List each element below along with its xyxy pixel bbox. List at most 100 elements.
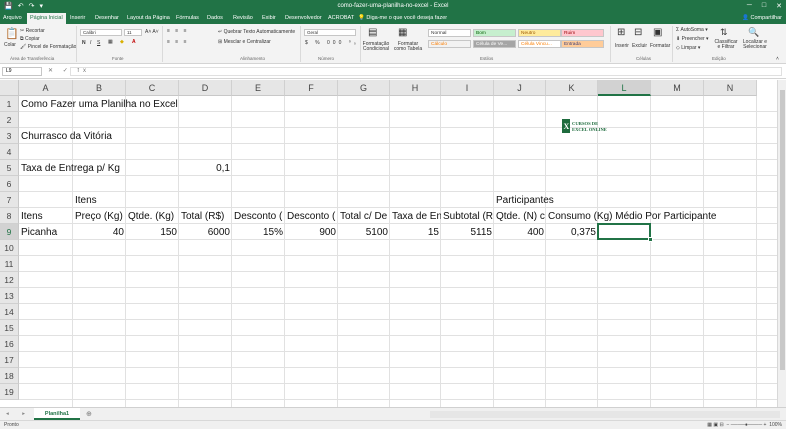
font-name-select[interactable]: Calibri xyxy=(80,29,122,36)
tab-layout-pagina[interactable]: Layout da Página xyxy=(127,15,170,21)
format-cells-icon[interactable]: ▣ xyxy=(653,27,662,38)
column-header-i[interactable]: I xyxy=(441,80,494,96)
tell-me-search[interactable]: 💡 Diga-me o que você deseja fazer xyxy=(358,15,447,21)
cell-j9[interactable]: 400 xyxy=(494,224,546,240)
cell-j7[interactable]: Participantes xyxy=(494,192,554,208)
cell-e9[interactable]: 15% xyxy=(232,224,285,240)
row-header-14[interactable]: 14 xyxy=(0,304,19,320)
cell-b9[interactable]: 40 xyxy=(73,224,126,240)
row-header-1[interactable]: 1 xyxy=(0,96,19,112)
row-header-8[interactable]: 8 xyxy=(0,208,19,224)
column-header-a[interactable]: A xyxy=(19,80,73,96)
restore-button[interactable]: □ xyxy=(762,2,766,10)
format-table-icon[interactable]: ▦ xyxy=(398,27,407,38)
sort-filter-button[interactable]: Classificar e Filtrar xyxy=(713,40,739,50)
row-header-17[interactable]: 17 xyxy=(0,352,19,368)
column-header-g[interactable]: G xyxy=(338,80,390,96)
paste-icon[interactable]: 📋 xyxy=(5,27,19,40)
worksheet-grid[interactable]: A B C D E F G H I J K L M N 1 2 3 4 5 6 7 8 9 10 11 12 13 14 15 16 17 1… xyxy=(0,80,777,407)
clear-button[interactable]: ◇ Limpar ▾ xyxy=(676,45,700,51)
row-header-11[interactable]: 11 xyxy=(0,256,19,272)
cell-k8[interactable]: Consumo (Kg) Médio Por Participante xyxy=(546,208,716,224)
column-header-f[interactable]: F xyxy=(285,80,338,96)
sort-filter-icon[interactable]: ⇅ xyxy=(720,27,728,38)
wrap-text-button[interactable]: ↵ Quebrar Texto Automaticamente xyxy=(218,29,295,35)
column-header-j[interactable]: J xyxy=(494,80,546,96)
tab-dados[interactable]: Dados xyxy=(207,15,223,21)
cell-e8[interactable]: Desconto ( xyxy=(232,208,285,224)
tab-revisao[interactable]: Revisão xyxy=(233,15,253,21)
column-header-c[interactable]: C xyxy=(126,80,179,96)
close-button[interactable]: ✕ xyxy=(776,2,782,10)
horizontal-scrollbar[interactable] xyxy=(430,411,780,418)
tab-desenhar[interactable]: Desenhar xyxy=(95,15,119,21)
row-header-9[interactable]: 9 xyxy=(0,224,19,240)
tab-inserir[interactable]: Inserir xyxy=(70,15,85,21)
vertical-scrollbar[interactable] xyxy=(777,80,786,407)
row-header-13[interactable]: 13 xyxy=(0,288,19,304)
column-header-n[interactable]: N xyxy=(704,80,757,96)
cell-c9[interactable]: 150 xyxy=(126,224,179,240)
tab-acrobat[interactable]: ACROBAT xyxy=(328,15,354,21)
row-header-6[interactable]: 6 xyxy=(0,176,19,192)
tab-pagina-inicial[interactable]: Página Inicial xyxy=(27,13,66,24)
cell-k9[interactable]: 0,375 xyxy=(546,224,598,240)
tab-formulas[interactable]: Fórmulas xyxy=(176,15,199,21)
merge-center-button[interactable]: ⊞ Mesclar e Centralizar xyxy=(218,39,271,45)
tab-exibir[interactable]: Exibir xyxy=(262,15,276,21)
style-entrada[interactable]: Entrada xyxy=(561,40,604,48)
delete-cells-button[interactable]: Excluir xyxy=(632,43,647,49)
cell-a9[interactable]: Picanha xyxy=(19,224,73,240)
row-header-12[interactable]: 12 xyxy=(0,272,19,288)
column-header-k[interactable]: K xyxy=(546,80,598,96)
delete-cells-icon[interactable]: ⊟ xyxy=(634,27,642,38)
italic-button[interactable]: I xyxy=(90,40,91,46)
tab-arquivo[interactable]: Arquivo xyxy=(3,15,22,21)
insert-cells-icon[interactable]: ⊞ xyxy=(617,27,625,38)
cell-f9[interactable]: 900 xyxy=(285,224,338,240)
find-select-icon[interactable]: 🔍 xyxy=(748,27,759,38)
fill-handle[interactable] xyxy=(648,237,653,242)
font-size-select[interactable]: 11 xyxy=(124,29,142,36)
style-ruim[interactable]: Ruim xyxy=(561,29,604,37)
column-header-e[interactable]: E xyxy=(232,80,285,96)
cell-f8[interactable]: Desconto ( xyxy=(285,208,338,224)
minimize-button[interactable]: ─ xyxy=(747,2,752,10)
bold-button[interactable]: N xyxy=(82,40,86,46)
underline-button[interactable]: S xyxy=(97,40,100,46)
fill-button[interactable]: ⬇ Preencher ▾ xyxy=(676,36,709,42)
cell-h9[interactable]: 15 xyxy=(390,224,441,240)
add-sheet-icon[interactable]: ⊕ xyxy=(86,410,92,418)
cell-a1[interactable]: Como Fazer uma Planilha no Excel xyxy=(19,96,178,112)
format-painter-button[interactable]: 🖌 Pincel de Formatação xyxy=(20,44,76,50)
number-format-icons[interactable]: $ % 000 ⁰₀ xyxy=(305,40,359,46)
style-calculo[interactable]: Cálculo xyxy=(428,40,471,48)
tab-desenvolvedor[interactable]: Desenvolvedor xyxy=(285,15,322,21)
horizontal-align-icons[interactable]: ≡ ≡ ≡ xyxy=(167,39,189,45)
borders-icon[interactable]: ▦ xyxy=(108,39,113,45)
collapse-ribbon-icon[interactable]: ˄ xyxy=(776,56,779,62)
cell-g8[interactable]: Total c/ De xyxy=(338,208,390,224)
font-grow-shrink-icons[interactable]: A˄ A˅ xyxy=(145,29,159,35)
cell-a5[interactable]: Taxa de Entrega p/ Kg xyxy=(19,160,120,176)
cell-b7[interactable]: Itens xyxy=(73,192,126,208)
row-header-3[interactable]: 3 xyxy=(0,128,19,144)
style-celula-verificacao[interactable]: Célula de Ve... xyxy=(473,40,516,48)
conditional-format-button[interactable]: Formatação Condicional xyxy=(362,42,390,52)
cell-a8[interactable]: Itens xyxy=(19,208,73,224)
number-format-select[interactable]: Geral xyxy=(304,29,356,36)
cell-a3[interactable]: Churrasco da Vitória xyxy=(19,128,112,144)
select-all-corner[interactable] xyxy=(0,80,19,96)
zoom-control[interactable]: ▦ ▣ ⊟ − ────●──── + 100% xyxy=(707,422,782,428)
autosum-button[interactable]: Σ AutoSoma ▾ xyxy=(676,27,708,33)
column-header-h[interactable]: H xyxy=(390,80,441,96)
style-celula-vinculada[interactable]: Célula Vincu... xyxy=(518,40,561,48)
column-header-b[interactable]: B xyxy=(73,80,126,96)
cell-g9[interactable]: 5100 xyxy=(338,224,390,240)
cell-c8[interactable]: Qtde. (Kg) xyxy=(126,208,179,224)
cut-button[interactable]: ✂ Recortar xyxy=(20,28,45,34)
row-header-16[interactable]: 16 xyxy=(0,336,19,352)
row-header-2[interactable]: 2 xyxy=(0,112,19,128)
row-header-18[interactable]: 18 xyxy=(0,368,19,384)
format-cells-button[interactable]: Formatar xyxy=(650,43,670,49)
